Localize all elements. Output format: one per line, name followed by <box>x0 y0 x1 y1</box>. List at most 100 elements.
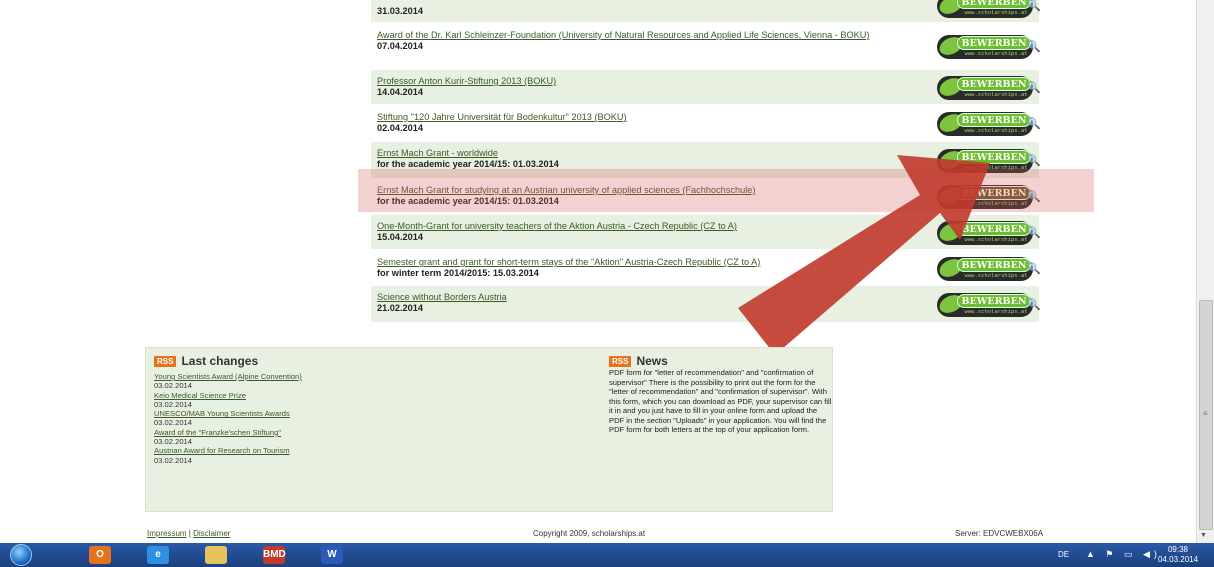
taskbar-outlook-button[interactable]: O <box>80 544 120 566</box>
taskbar: Oe BMD W DE ▲ ⚑ ▭ ◀) 09:38 04.03.2014 <box>0 543 1214 567</box>
footer-links: Impressum | Disclaimer <box>147 529 230 538</box>
footer: Impressum | Disclaimer Copyright 2009, s… <box>145 524 1065 542</box>
scroll-down-icon[interactable]: ▼ <box>1200 532 1207 539</box>
taskbar-internet-explorer-button[interactable]: e <box>138 544 178 566</box>
grant-row: Professor Anton Kurir-Stiftung 2013 (BOK… <box>371 70 1041 104</box>
internet-explorer-icon: e <box>147 546 169 564</box>
magnifier-icon[interactable]: 🔍 <box>1027 226 1041 239</box>
magnifier-icon[interactable]: 🔍 <box>1027 262 1041 275</box>
grant-deadline: 02.04.2014 <box>377 123 423 133</box>
apply-button[interactable]: BEWERBEN www.scholarships.at 🔍 <box>936 74 1041 101</box>
last-changes-title: Last changes <box>181 354 259 368</box>
grant-text: Award of the Dr. Karl Schleinzer-Foundat… <box>377 30 922 52</box>
last-change-date: 03.02.2014 <box>154 399 193 409</box>
magnifier-icon[interactable]: 🔍 <box>1027 81 1041 94</box>
apply-url: www.scholarships.at <box>964 127 1028 134</box>
grant-text: Ernst Mach Grant - worldwide for the acad… <box>377 148 922 170</box>
grant-title-link[interactable]: Ernst Mach Grant - worldwide <box>377 148 922 159</box>
apply-button[interactable]: BEWERBEN www.scholarships.at 🔍 <box>936 291 1041 318</box>
clock-time: 09:38 <box>1167 545 1189 554</box>
news-text: PDF form for "letter of recommendation" … <box>609 368 832 434</box>
grant-text: Science without Borders Austria 21.02.201… <box>377 292 922 314</box>
grant-title-link[interactable]: One-Month-Grant for university teachers … <box>377 221 922 232</box>
apply-button[interactable]: BEWERBEN www.scholarships.at 🔍 <box>936 219 1041 246</box>
grant-title-link[interactable]: Stiftung "120 Jahre Universität für Bode… <box>377 112 922 123</box>
taskbar-word-button[interactable]: W <box>312 544 352 566</box>
last-change-link[interactable]: Young Scientists Award (Alpine Conventio… <box>154 372 434 381</box>
magnifier-icon[interactable]: 🔍 <box>1027 298 1041 311</box>
grant-text: Semester grant and grant for short-term … <box>377 257 922 279</box>
clock-date: 04.03.2014 <box>1158 555 1199 564</box>
grant-title-link[interactable]: Science without Borders Austria <box>377 292 922 303</box>
apply-button[interactable]: BEWERBEN www.scholarships.at 🔍 <box>936 0 1041 19</box>
magnifier-icon[interactable]: 🔍 <box>1027 40 1041 53</box>
last-change-date: 03.02.2014 <box>154 437 193 447</box>
rss-icon[interactable]: RSS <box>154 356 177 368</box>
apply-button[interactable]: BEWERBEN www.scholarships.at 🔍 <box>936 255 1041 282</box>
last-change-date: 03.02.2014 <box>154 455 193 465</box>
last-changes-list: Young Scientists Award (Alpine Conventio… <box>154 372 434 465</box>
news-heading: RSS News <box>609 354 668 368</box>
server-text: Server: EDVCWEBX06A <box>955 529 1044 538</box>
apply-label: BEWERBEN <box>957 76 1031 91</box>
grant-row: Award of the Dr. Karl Schleinzer-Foundat… <box>371 24 1041 68</box>
grant-row: Semester grant and grant for short-term … <box>371 251 1041 285</box>
windows-orb-icon <box>10 544 32 566</box>
last-change-link[interactable]: UNESCO/MAB Young Scientists Awards <box>154 409 434 418</box>
impressum-link[interactable]: Impressum <box>147 529 187 538</box>
grant-row: Stiftung "120 Jahre Universität für Bode… <box>371 106 1041 140</box>
scrollbar-thumb[interactable]: ≡ <box>1199 300 1213 530</box>
apply-label: BEWERBEN <box>957 35 1031 50</box>
system-tray: DE ▲ ⚑ ▭ ◀) 09:38 04.03.2014 <box>1058 543 1208 567</box>
last-change-link[interactable]: Award of the "Franzke'schen Stiftung" <box>154 428 434 437</box>
outlook-icon: O <box>89 546 111 564</box>
vertical-scrollbar[interactable]: ≡ ▼ <box>1196 0 1214 543</box>
word-icon: W <box>321 546 343 564</box>
grant-deadline: 31.03.2014 <box>377 6 423 16</box>
apply-label: BEWERBEN <box>957 112 1031 127</box>
taskbar-file-explorer-button[interactable] <box>196 544 236 566</box>
last-changes-box: RSS Last changes Young Scientists Award (… <box>145 347 833 512</box>
rss-icon[interactable]: RSS <box>609 356 632 368</box>
grant-title-link[interactable]: Award of the Dr. Karl Schleinzer-Foundat… <box>377 30 922 41</box>
taskbar-bmd-button[interactable]: BMD <box>254 544 294 566</box>
highlight-overlay <box>358 169 1094 212</box>
file-explorer-icon <box>205 546 227 564</box>
grant-deadline: 07.04.2014 <box>377 41 423 51</box>
magnifier-icon[interactable]: 🔍 <box>1027 117 1041 130</box>
apply-label: BEWERBEN <box>957 257 1031 272</box>
footer-separator: | <box>188 529 191 538</box>
grant-deadline: for winter term 2014/2015: 15.03.2014 <box>377 268 539 278</box>
clock[interactable]: 09:38 04.03.2014 <box>1158 545 1198 565</box>
copyright-text: Copyright 2009, scholarships.at <box>533 529 646 538</box>
apply-button[interactable]: BEWERBEN www.scholarships.at 🔍 <box>936 110 1041 137</box>
grant-text: Stiftung "120 Jahre Universität für Bode… <box>377 112 922 134</box>
last-change-link[interactable]: Austrian Award for Research on Tourism <box>154 446 434 455</box>
apply-label: BEWERBEN <box>957 0 1031 9</box>
apply-label: BEWERBEN <box>957 221 1031 236</box>
apply-label: BEWERBEN <box>957 149 1031 164</box>
apply-button[interactable]: BEWERBEN www.scholarships.at 🔍 <box>936 33 1041 60</box>
magnifier-icon[interactable]: 🔍 <box>1027 0 1041 12</box>
apply-url: www.scholarships.at <box>964 91 1028 98</box>
bmd-icon: BMD <box>263 546 286 564</box>
magnifier-icon[interactable]: 🔍 <box>1027 154 1041 167</box>
grant-text: One-Month-Grant for university teachers … <box>377 221 922 243</box>
grant-text: Professor Anton Kurir-Stiftung 2013 (BOK… <box>377 76 922 98</box>
last-change-date: 03.02.2014 <box>154 418 193 428</box>
last-change-link[interactable]: Keio Medical Science Prize <box>154 391 434 400</box>
disclaimer-link[interactable]: Disclaimer <box>193 529 230 538</box>
grant-title-link[interactable]: Professor Anton Kurir-Stiftung 2013 (BOK… <box>377 76 922 87</box>
grant-row: Science without Borders Austria 21.02.201… <box>371 286 1041 322</box>
tray-icons[interactable]: ▲ ⚑ ▭ ◀) <box>1086 549 1161 560</box>
grant-deadline: 14.04.2014 <box>377 87 423 97</box>
news-title: News <box>636 354 668 368</box>
apply-url: www.scholarships.at <box>964 10 1028 16</box>
grant-title-link[interactable]: Semester grant and grant for short-term … <box>377 257 922 268</box>
apply-url: www.scholarships.at <box>964 308 1028 315</box>
language-indicator[interactable]: DE <box>1058 550 1069 559</box>
start-button[interactable] <box>6 544 40 566</box>
apply-url: www.scholarships.at <box>964 50 1028 57</box>
grant-text: 31.03.2014 <box>377 6 922 17</box>
apply-url: www.scholarships.at <box>964 236 1028 243</box>
